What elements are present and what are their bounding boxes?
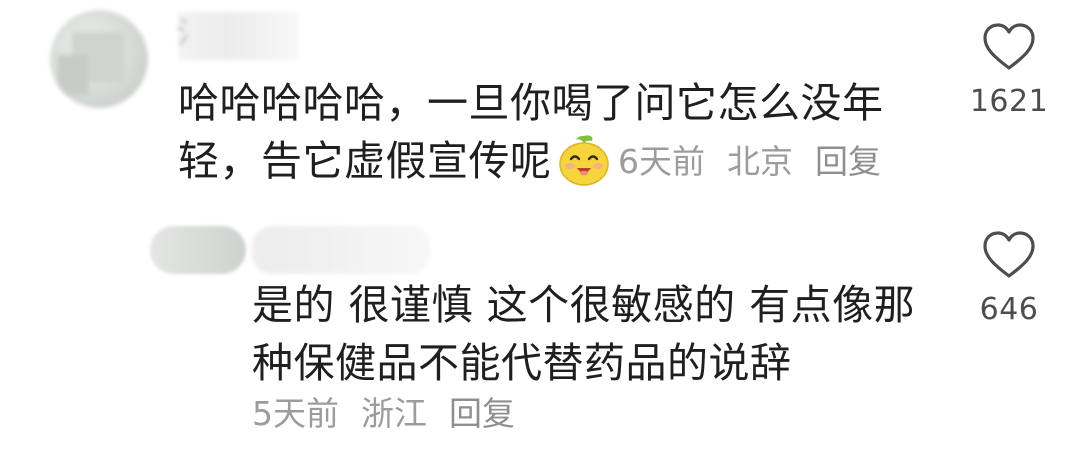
comment-time: 6天前 <box>618 142 705 181</box>
comment-meta: 6天前 北京 回复 <box>618 142 903 182</box>
comment-location: 浙江 <box>361 394 427 433</box>
comment-time: 5天前 <box>252 394 339 433</box>
comment-text-line: 轻，告它虚假宣传呢 <box>178 137 552 185</box>
heart-outline-icon <box>983 23 1035 70</box>
comment-location: 北京 <box>727 142 793 181</box>
smiling-lemon-emoji-icon <box>559 135 609 186</box>
reply-button[interactable]: 回复 <box>815 142 881 181</box>
like-button[interactable]: 646 <box>964 230 1054 327</box>
like-count: 1621 <box>969 84 1049 119</box>
comment-thread: 氵 哈哈哈哈哈，一旦你喝了问它怎么没年 轻，告它虚假宣传呢 6天前 北京 回复 16… <box>0 0 1080 457</box>
comment-meta: 5天前 浙江 回复 <box>252 394 537 434</box>
like-count: 646 <box>979 292 1039 327</box>
reply-button[interactable]: 回复 <box>449 394 515 433</box>
comment-text-line: 种保健品不能代替药品的说辞 <box>252 339 792 387</box>
comment-text-line: 哈哈哈哈哈，一旦你喝了问它怎么没年 <box>178 79 884 127</box>
reply-avatar[interactable] <box>150 226 246 274</box>
like-button[interactable]: 1621 <box>964 22 1054 119</box>
heart-outline-icon <box>983 231 1035 278</box>
reply-username-blurred[interactable] <box>252 226 430 274</box>
comment-text-line: 是的 很谨慎 这个很敏感的 有点像那 <box>252 281 916 329</box>
username-blurred[interactable]: 氵 <box>176 12 298 60</box>
avatar[interactable] <box>50 10 148 108</box>
